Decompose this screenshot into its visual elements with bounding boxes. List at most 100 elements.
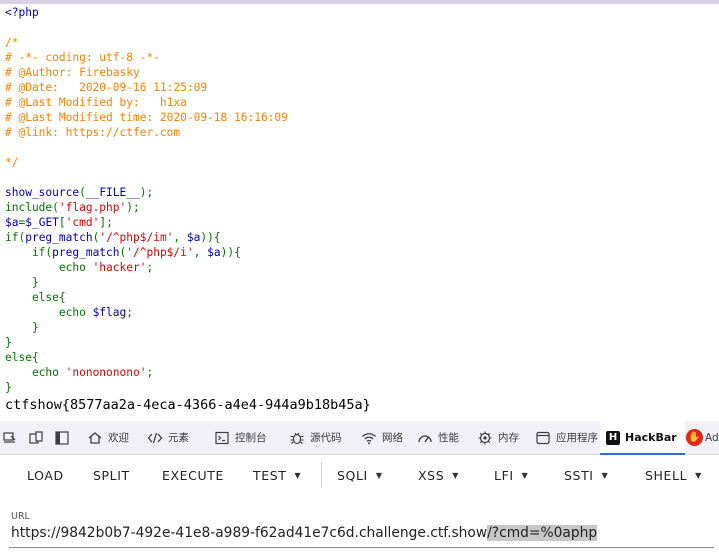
code-token: preg_match (25, 231, 93, 244)
toolbar-divider (321, 462, 322, 488)
code-token: 'flag.php' (58, 201, 127, 214)
button-label: XSS (418, 467, 445, 483)
load-button[interactable]: LOAD (27, 455, 64, 495)
caret-down-icon: ▼ (521, 470, 529, 480)
button-label: TEST (253, 467, 287, 483)
tab-网络[interactable]: 网络 (360, 421, 403, 454)
code-token: echo (5, 306, 93, 319)
code-token: )){ (220, 246, 241, 259)
tab-性能[interactable]: 性能 (416, 421, 459, 454)
devtools-panel: 欢迎 元素 控制台 源代码 网络 性能 内存 应用程序 H HackBar ✋ Ad LOAD SPLI… (0, 421, 719, 553)
code-token: '/^php$/im' (99, 231, 174, 244)
code-token: $a (186, 231, 201, 244)
sqli-button[interactable]: SQLI ▼ (337, 455, 383, 495)
console-icon (213, 429, 231, 447)
code-token: else{ (5, 291, 66, 304)
tab-欢迎[interactable]: 欢迎 (86, 421, 129, 454)
app-window-icon (534, 429, 552, 447)
code-token: echo (5, 261, 93, 274)
code-token: } (5, 336, 12, 349)
tab-label: 网络 (382, 432, 403, 444)
url-selected-text: /?cmd=%0aphp (487, 525, 598, 541)
test-button[interactable]: TEST ▼ (253, 455, 301, 495)
button-label: SHELL (645, 467, 688, 483)
code-token: ; (146, 261, 154, 274)
shell-button[interactable]: SHELL ▼ (645, 455, 702, 495)
code-token: # @Last Modified by: h1xa (5, 96, 187, 109)
url-input-underline (9, 547, 714, 548)
caret-down-icon: ▼ (294, 470, 302, 480)
caret-down-icon: ▼ (695, 470, 702, 480)
button-label: LFI (494, 467, 514, 483)
code-token: echo (5, 366, 66, 379)
split-button[interactable]: SPLIT (93, 455, 130, 495)
code-token: 'hacker' (92, 261, 147, 274)
code-token: $a (5, 216, 19, 229)
code-token: # @Date: 2020-09-16 11:25:09 (5, 81, 208, 94)
code-token: 'cmd' (65, 216, 100, 229)
code-token: ); (126, 201, 140, 214)
wifi-icon (360, 429, 378, 447)
tab-label: Ad (705, 431, 719, 444)
execute-button[interactable]: EXECUTE (162, 455, 224, 495)
code-token: show_source (5, 186, 80, 199)
source-code: <?php /* # -*- coding: utf-8 -*- # @Auth… (5, 5, 288, 395)
code-token: ; (146, 366, 154, 379)
code-token: */ (5, 156, 19, 169)
gauge-icon (416, 429, 434, 447)
home-icon (86, 429, 104, 447)
code-token: )){ (200, 231, 221, 244)
tab-hackbar[interactable]: H HackBar (600, 421, 685, 455)
tab-源代码[interactable]: 源代码 (288, 421, 342, 454)
button-label: SSTI (564, 467, 594, 483)
dock-side-icon[interactable] (54, 421, 70, 454)
tab-label: 应用程序 (556, 432, 598, 444)
code-token: if( (5, 231, 26, 244)
code-token: } (5, 276, 39, 289)
device-emulation-icon[interactable] (28, 421, 44, 454)
code-token: else{ (5, 351, 39, 364)
code-token: # -*- coding: utf-8 -*- (5, 51, 160, 64)
tab-元素[interactable]: 元素 (146, 421, 189, 454)
code-token: $a (207, 246, 221, 259)
php-source-view: <?php /* # -*- coding: utf-8 -*- # @Auth… (0, 0, 719, 421)
code-token: include( (5, 201, 59, 214)
adblock-icon: ✋ (686, 429, 705, 446)
xss-button[interactable]: XSS ▼ (418, 455, 459, 495)
url-base: https://9842b0b7-492e-41e8-a989-f62ad41e… (11, 525, 488, 541)
tab-label: 元素 (168, 432, 189, 444)
devtools-tab-bar: 欢迎 元素 控制台 源代码 网络 性能 内存 应用程序 H HackBar ✋ Ad (0, 421, 719, 455)
url-input[interactable]: https://9842b0b7-492e-41e8-a989-f62ad41e… (11, 525, 598, 541)
code-token: , (193, 246, 208, 259)
code-token: } (5, 321, 39, 334)
code-token: [ (58, 216, 66, 229)
hackbar-icon: H (606, 430, 625, 445)
code-token: /* (5, 36, 19, 49)
code-token: ( (79, 186, 86, 199)
device-toolbar-icon[interactable] (2, 421, 18, 454)
chip-icon (476, 429, 494, 447)
flag-output: ctfshow{8577aa2a-4eca-4366-a4e4-944a9b18… (5, 397, 371, 413)
code-token: # @Author: Firebasky (5, 66, 140, 79)
code-brackets-icon (146, 429, 164, 447)
code-token: ); (139, 186, 154, 199)
button-label: SPLIT (93, 467, 130, 483)
code-token: <?php (5, 6, 39, 19)
tab-内存[interactable]: 内存 (476, 421, 519, 454)
caret-down-icon: ▼ (375, 470, 383, 480)
ssti-button[interactable]: SSTI ▼ (564, 455, 608, 495)
code-token: $_GET (25, 216, 59, 229)
tab-控制台[interactable]: 控制台 (213, 421, 267, 454)
tab-label: 源代码 (310, 432, 342, 444)
tab-应用程序[interactable]: 应用程序 (534, 421, 598, 454)
caret-down-icon: ▼ (601, 470, 609, 480)
lfi-button[interactable]: LFI ▼ (494, 455, 528, 495)
tab-label: 控制台 (235, 432, 267, 444)
code-token: } (5, 381, 12, 394)
code-token: , (173, 231, 187, 244)
tab-ad[interactable]: ✋ Ad (686, 421, 719, 454)
tab-label: 性能 (438, 432, 459, 444)
button-label: EXECUTE (162, 467, 224, 483)
code-token: preg_match (52, 246, 120, 259)
code-token: # @Last Modified time: 2020-09-18 16:16:… (5, 111, 288, 124)
